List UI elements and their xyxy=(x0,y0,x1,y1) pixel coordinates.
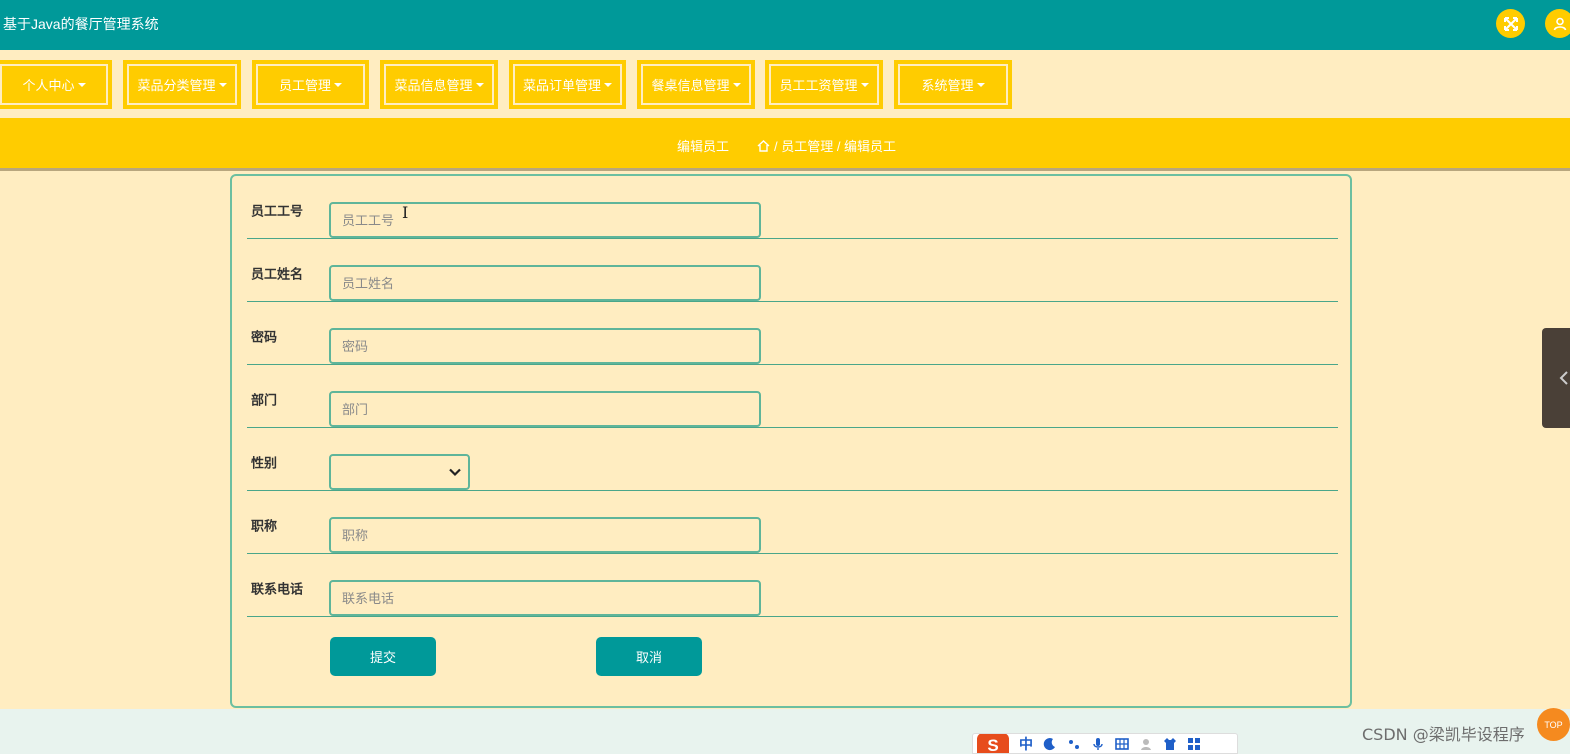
field-label: 部门 xyxy=(251,392,278,408)
caret-down-icon xyxy=(976,82,985,87)
department-input[interactable] xyxy=(329,391,761,427)
grid-apps-icon[interactable] xyxy=(1187,737,1201,751)
gender-select[interactable] xyxy=(329,454,470,490)
nav-item-dish-orders[interactable]: 菜品订单管理 xyxy=(509,60,626,109)
ime-mode[interactable]: 中 xyxy=(1019,734,1033,753)
submit-button[interactable]: 提交 xyxy=(330,637,436,676)
breadcrumb: / 员工管理 / 编辑员工 xyxy=(757,136,896,155)
caret-down-icon xyxy=(860,82,869,87)
nav-item-label: 菜品信息管理 xyxy=(394,78,473,93)
ime-toolbar: S 中 xyxy=(972,733,1238,754)
keyboard-icon[interactable] xyxy=(1115,737,1129,751)
nav-item-label: 餐桌信息管理 xyxy=(651,78,730,93)
nav-item-dish-category[interactable]: 菜品分类管理 xyxy=(123,60,241,109)
watermark: CSDN @梁凯毕设程序 xyxy=(1362,725,1525,744)
top-header: 基于Java的餐厅管理系统 xyxy=(0,0,1570,50)
form-row-gender: 性别 xyxy=(247,428,1338,491)
moon-icon[interactable] xyxy=(1043,737,1057,751)
nav-item-staff-salary[interactable]: 员工工资管理 xyxy=(765,60,883,109)
nav-item-label: 个人中心 xyxy=(22,78,75,93)
chevron-down-icon xyxy=(449,468,461,477)
field-label: 联系电话 xyxy=(251,581,304,597)
staff-id-input[interactable] xyxy=(329,202,761,238)
form-row-phone: 联系电话 xyxy=(247,554,1338,617)
text-cursor-icon: I xyxy=(402,203,409,222)
nav-item-label: 系统管理 xyxy=(921,78,974,93)
main-nav: 个人中心 菜品分类管理 员工管理 菜品信息管理 菜品订单管理 餐桌信息管理 员工… xyxy=(0,50,1570,118)
app-title: 基于Java的餐厅管理系统 xyxy=(3,16,159,32)
caret-down-icon xyxy=(475,82,484,87)
nav-item-dish-info[interactable]: 菜品信息管理 xyxy=(380,60,498,109)
edit-staff-form: 员工工号 员工姓名 密码 部门 性别 职称 联系电话 提交 取消 xyxy=(230,174,1352,708)
field-label: 性别 xyxy=(251,455,278,471)
form-row-title: 职称 xyxy=(247,491,1338,554)
user-avatar-icon[interactable] xyxy=(1139,737,1153,751)
field-label: 职称 xyxy=(251,518,278,534)
field-label: 员工姓名 xyxy=(251,266,304,282)
breadcrumb-path[interactable]: / 员工管理 / 编辑员工 xyxy=(774,136,896,155)
password-input[interactable] xyxy=(329,328,761,364)
page-title: 编辑员工 xyxy=(677,139,730,154)
form-row-password: 密码 xyxy=(247,302,1338,365)
job-title-input[interactable] xyxy=(329,517,761,553)
microphone-icon[interactable] xyxy=(1091,737,1105,751)
shirt-icon[interactable] xyxy=(1163,737,1177,751)
field-label: 员工工号 xyxy=(251,203,304,219)
back-to-top-button[interactable]: TOP xyxy=(1537,708,1570,741)
caret-down-icon xyxy=(218,82,227,87)
form-row-department: 部门 xyxy=(247,365,1338,428)
nav-item-table-info[interactable]: 餐桌信息管理 xyxy=(637,60,755,109)
nav-item-personal-center[interactable]: 个人中心 xyxy=(0,60,112,109)
nav-item-staff[interactable]: 员工管理 xyxy=(252,60,369,109)
chevron-left-icon xyxy=(1559,371,1568,385)
ime-logo[interactable]: S xyxy=(977,734,1009,753)
nav-item-label: 员工管理 xyxy=(278,78,331,93)
user-icon[interactable] xyxy=(1545,9,1570,38)
breadcrumb-bar: 编辑员工 / 员工管理 / 编辑员工 xyxy=(0,118,1570,171)
caret-down-icon xyxy=(334,82,342,87)
staff-name-input[interactable] xyxy=(329,265,761,301)
caret-down-icon xyxy=(77,82,86,87)
form-row-staff-id: 员工工号 xyxy=(247,176,1338,239)
form-row-staff-name: 员工姓名 xyxy=(247,239,1338,302)
caret-down-icon xyxy=(732,82,741,87)
fullscreen-icon[interactable] xyxy=(1496,9,1525,38)
nav-item-system[interactable]: 系统管理 xyxy=(894,60,1012,109)
nav-item-label: 菜品订单管理 xyxy=(522,78,601,93)
caret-down-icon xyxy=(604,82,612,87)
nav-item-label: 菜品分类管理 xyxy=(137,78,216,93)
phone-input[interactable] xyxy=(329,580,761,616)
nav-item-label: 员工工资管理 xyxy=(779,78,858,93)
side-panel-toggle[interactable] xyxy=(1542,328,1570,428)
punctuation-icon[interactable] xyxy=(1067,737,1081,751)
cancel-button[interactable]: 取消 xyxy=(596,637,702,676)
field-label: 密码 xyxy=(251,329,278,345)
home-icon[interactable] xyxy=(757,139,770,152)
